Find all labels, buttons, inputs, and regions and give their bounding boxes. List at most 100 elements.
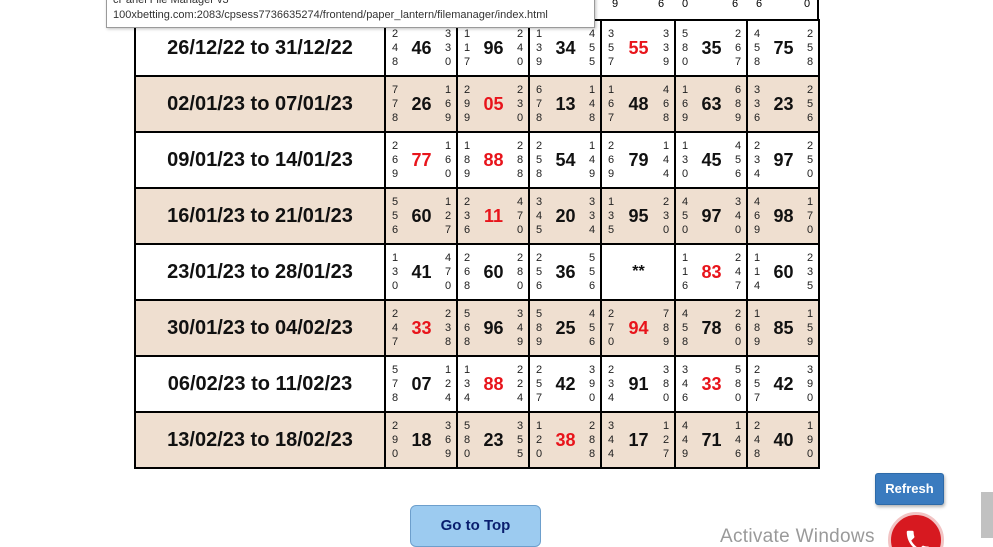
open-panna: 2 6 8 [463, 251, 471, 293]
panna-digit: 4 [588, 28, 596, 40]
panna-digit: 9 [734, 112, 742, 124]
open-panna: 1 1 7 [463, 27, 471, 69]
close-panna: 3 4 9 [516, 307, 524, 349]
day-cell: 3 4 5 20 3 3 4 [528, 187, 602, 245]
jodi-number: 40 [773, 429, 794, 450]
close-panna: 2 8 8 [516, 139, 524, 181]
partial-digit: 6 [732, 0, 739, 10]
panna-digit: 4 [588, 308, 596, 320]
panna-digit: 2 [734, 28, 742, 40]
day-cell: 1 3 9 34 4 5 5 [528, 19, 602, 77]
panna-digit: 0 [391, 280, 399, 292]
panna-digit: 3 [463, 210, 471, 222]
panna-digit: 1 [806, 308, 814, 320]
panna-digit: 3 [681, 154, 689, 166]
close-panna: 3 5 5 [516, 419, 524, 461]
close-panna: 1 4 9 [588, 139, 596, 181]
panna-digit: 2 [444, 308, 452, 320]
close-panna: 2 4 0 [516, 27, 524, 69]
panna-digit: 3 [753, 154, 761, 166]
panna-digit: 6 [607, 98, 615, 110]
panna-digit: 8 [662, 112, 670, 124]
panna-digit: 2 [463, 252, 471, 264]
panna-digit: 0 [444, 168, 452, 180]
panna-digit: 3 [753, 84, 761, 96]
panna-digit: 0 [806, 224, 814, 236]
date-range: 16/01/23 to 21/01/23 [134, 187, 386, 245]
close-panna: 4 5 5 [588, 27, 596, 69]
panna-digit: 8 [463, 280, 471, 292]
scrollbar-thumb[interactable] [981, 492, 993, 538]
day-cell: 4 5 8 75 2 5 8 [746, 19, 820, 77]
panna-digit: 3 [444, 420, 452, 432]
panna-digit: 5 [806, 42, 814, 54]
close-panna: 5 5 6 [588, 251, 596, 293]
call-button[interactable] [888, 512, 944, 547]
open-panna: 4 5 8 [681, 307, 689, 349]
panna-digit: 1 [463, 42, 471, 54]
panna-digit: 6 [588, 280, 596, 292]
close-panna: 2 3 8 [444, 307, 452, 349]
open-panna: 1 6 9 [681, 83, 689, 125]
panna-digit: 3 [588, 364, 596, 376]
day-cell: 2 6 9 77 1 6 0 [384, 131, 458, 189]
day-cell: 6 7 8 13 1 4 8 [528, 75, 602, 133]
open-panna: 1 1 6 [681, 251, 689, 293]
close-panna: 3 3 4 [588, 195, 596, 237]
panna-digit: 6 [391, 154, 399, 166]
panna-digit: 9 [391, 168, 399, 180]
day-cell: 1 3 0 41 4 7 0 [384, 243, 458, 301]
panna-digit: 5 [607, 42, 615, 54]
close-panna: 2 4 7 [734, 251, 742, 293]
tooltip-title: cPanel File Manager v3 [113, 0, 229, 6]
day-cell: 2 3 6 11 4 7 0 [456, 187, 530, 245]
panna-digit: 5 [391, 196, 399, 208]
panna-digit: 8 [734, 378, 742, 390]
panna-digit: 8 [588, 448, 596, 460]
day-cell: 2 9 0 18 3 6 9 [384, 411, 458, 469]
open-panna: 2 4 8 [391, 27, 399, 69]
jodi-number: 91 [628, 373, 649, 394]
panna-digit: 7 [444, 266, 452, 278]
open-panna: 5 8 9 [535, 307, 543, 349]
panna-digit: 4 [588, 154, 596, 166]
panna-digit: 6 [607, 154, 615, 166]
open-panna: 2 4 8 [753, 419, 761, 461]
panna-digit: 7 [516, 210, 524, 222]
day-cell: 3 4 4 17 1 2 7 [600, 411, 676, 469]
panna-digit: 4 [681, 378, 689, 390]
close-panna: 3 6 9 [444, 419, 452, 461]
close-panna: 4 7 0 [444, 251, 452, 293]
open-panna: 1 3 5 [607, 195, 615, 237]
panna-digit: 4 [734, 434, 742, 446]
panna-digit: 6 [588, 336, 596, 348]
panna-digit: 8 [463, 336, 471, 348]
day-cell: 2 6 8 60 2 8 0 [456, 243, 530, 301]
panna-digit: 0 [806, 168, 814, 180]
panna-digit: 5 [607, 224, 615, 236]
partial-digit: 9 [612, 0, 619, 10]
refresh-button[interactable]: Refresh [875, 473, 944, 505]
panna-digit: 2 [516, 252, 524, 264]
open-panna: 5 5 6 [391, 195, 399, 237]
close-panna: 2 8 8 [588, 419, 596, 461]
panna-digit: 2 [444, 210, 452, 222]
go-to-top-button[interactable]: Go to Top [410, 505, 541, 547]
panna-digit: 1 [444, 364, 452, 376]
panna-digit: 4 [607, 448, 615, 460]
panna-digit: 1 [391, 252, 399, 264]
panna-digit: 7 [607, 322, 615, 334]
panna-digit: 1 [662, 140, 670, 152]
panna-digit: 2 [806, 252, 814, 264]
jodi-number: 45 [701, 149, 722, 170]
open-panna: 4 5 0 [681, 195, 689, 237]
panna-digit: 3 [662, 210, 670, 222]
day-cell: 2 6 9 79 1 4 4 [600, 131, 676, 189]
panna-digit: 9 [681, 448, 689, 460]
jodi-number: 77 [411, 149, 432, 170]
close-panna: 2 3 0 [662, 195, 670, 237]
close-panna: 2 6 0 [734, 307, 742, 349]
open-panna: 5 6 8 [463, 307, 471, 349]
panna-digit: 7 [753, 392, 761, 404]
panna-digit: 6 [444, 154, 452, 166]
